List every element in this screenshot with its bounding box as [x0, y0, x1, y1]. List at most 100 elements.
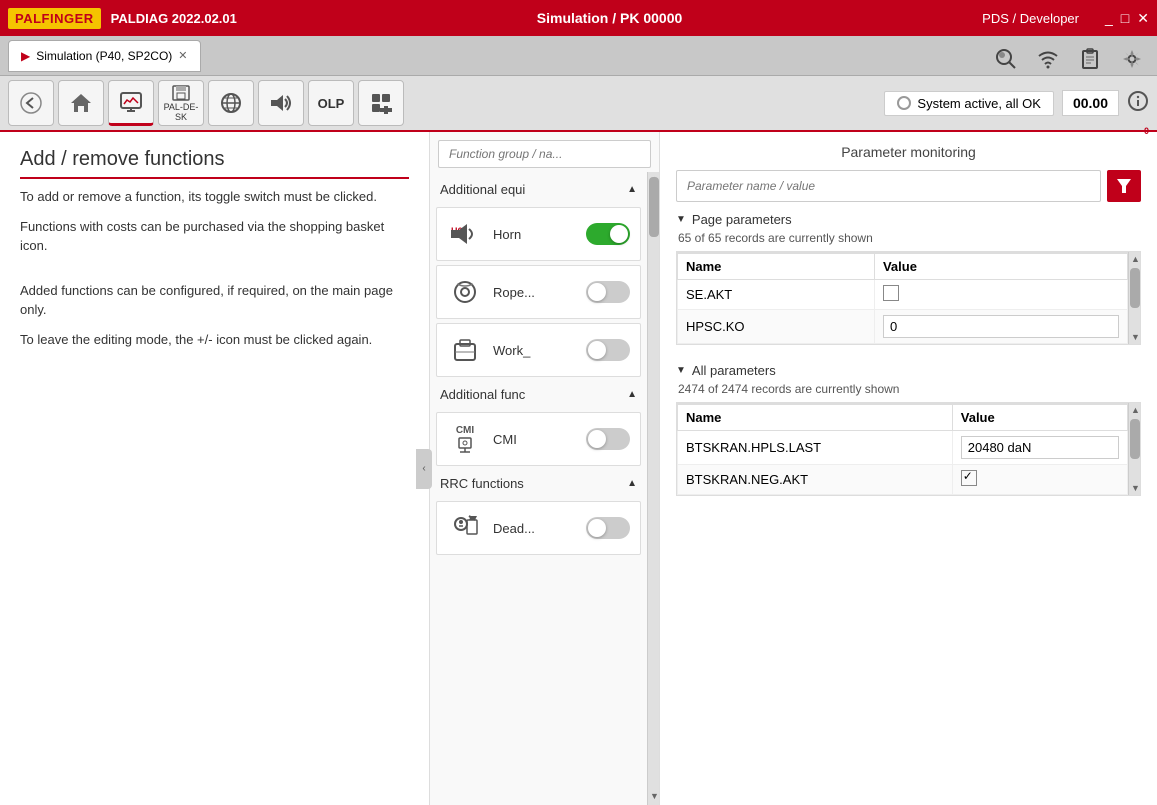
desc-toggle: To add or remove a function, its toggle …: [20, 187, 409, 207]
clipboard-icon[interactable]: [1073, 42, 1107, 76]
page-params-table: Name Value SE.AKT HPSC.KO: [677, 252, 1128, 344]
mid-scrollbar[interactable]: ▲ ▼: [647, 172, 659, 805]
all-params-col-name: Name: [678, 404, 953, 431]
save-button[interactable]: PAL-DE-SK: [158, 80, 204, 126]
olp-button[interactable]: OLP: [308, 80, 354, 126]
wifi-icon[interactable]: [1031, 42, 1065, 76]
minimize-btn[interactable]: _: [1105, 10, 1113, 27]
rrc-functions-section[interactable]: RRC functions ▲: [432, 470, 645, 497]
page-params-col-value: Value: [874, 253, 1127, 280]
global-button[interactable]: [208, 80, 254, 126]
status-circle-icon: [897, 96, 911, 110]
monitor-button[interactable]: [108, 80, 154, 126]
param-monitoring-title: Parameter monitoring: [676, 144, 1141, 160]
work-fn-icon: [447, 332, 483, 368]
main-content: Add / remove functions To add or remove …: [0, 132, 1157, 805]
work-toggle-knob: [588, 341, 606, 359]
tab-close-btn[interactable]: ✕: [178, 49, 187, 62]
table-row: BTSKRAN.NEG.AKT: [678, 465, 1128, 495]
section-arrow-1: ▲: [627, 389, 637, 400]
function-search-input[interactable]: [438, 140, 651, 168]
horn-button[interactable]: [258, 80, 304, 126]
param-value-btskran-hpls: 20480 daN: [952, 431, 1127, 465]
additional-func-section[interactable]: Additional func ▲: [432, 381, 645, 408]
page-params-arrow: ▼: [676, 214, 686, 225]
mid-scroll-down[interactable]: ▼: [648, 789, 659, 803]
page-params-col-name: Name: [678, 253, 875, 280]
all-scroll-up[interactable]: ▲: [1129, 403, 1140, 417]
info-button[interactable]: 0: [1127, 90, 1149, 117]
all-params-section: ▼ All parameters 2474 of 2474 records ar…: [676, 363, 1141, 496]
page-scroll-down[interactable]: ▼: [1129, 330, 1140, 344]
dead-function-item: Dead...: [436, 501, 641, 555]
horn-toggle[interactable]: [586, 223, 630, 245]
rrc-functions-label: RRC functions: [440, 476, 524, 491]
app-title: PALDIAG 2022.02.01: [111, 11, 237, 26]
right-panel: Parameter monitoring ▼ Page parameters 6…: [660, 132, 1157, 805]
tab-play-icon: ▶: [21, 49, 30, 63]
all-scroll-down[interactable]: ▼: [1129, 481, 1140, 495]
all-params-col-value: Value: [952, 404, 1127, 431]
btskran-neg-checkbox[interactable]: [961, 470, 977, 486]
page-params-table-wrap: Name Value SE.AKT HPSC.KO: [676, 251, 1141, 345]
param-value-btskran-neg: [952, 465, 1127, 495]
home-button[interactable]: [58, 80, 104, 126]
titlebar: PALFINGER PALDIAG 2022.02.01 Simulation …: [0, 0, 1157, 36]
tab-label: Simulation (P40, SP2CO): [36, 49, 172, 63]
work-fn-name: Work_: [493, 343, 576, 358]
additional-func-label: Additional func: [440, 387, 525, 402]
maximize-btn[interactable]: □: [1121, 10, 1129, 27]
simulation-tab[interactable]: ▶ Simulation (P40, SP2CO) ✕: [8, 40, 201, 72]
status-indicator: System active, all OK: [884, 91, 1054, 116]
page-scroll-thumb[interactable]: [1130, 268, 1140, 308]
dead-fn-icon: [447, 510, 483, 546]
window-controls[interactable]: _ □ ✕: [1105, 10, 1149, 27]
gear-icon[interactable]: [1115, 42, 1149, 76]
system-status: System active, all OK 00.00 0: [884, 90, 1149, 117]
param-name-btskran-hpls: BTSKRAN.HPLS.LAST: [678, 431, 953, 465]
filter-button[interactable]: [1107, 170, 1141, 202]
all-params-label: All parameters: [692, 363, 776, 378]
close-btn[interactable]: ✕: [1137, 10, 1149, 27]
dead-fn-name: Dead...: [493, 521, 576, 536]
page-scroll-up[interactable]: ▲: [1129, 252, 1140, 266]
btskran-hpls-value[interactable]: 20480 daN: [961, 436, 1119, 459]
page-params-label: Page parameters: [692, 212, 792, 227]
mid-scroll-thumb[interactable]: [649, 177, 659, 237]
search-users-icon[interactable]: [989, 42, 1023, 76]
seakt-checkbox[interactable]: [883, 285, 899, 301]
work-function-item: Work_: [436, 323, 641, 377]
param-search-input[interactable]: [676, 170, 1101, 202]
add-remove-button[interactable]: [358, 80, 404, 126]
all-scroll-thumb[interactable]: [1130, 419, 1140, 459]
page-params-scrollbar[interactable]: ▲ ▼: [1128, 252, 1140, 344]
collapse-panel-button[interactable]: ‹: [416, 449, 432, 489]
back-button[interactable]: [8, 80, 54, 126]
rope-toggle[interactable]: [586, 281, 630, 303]
all-params-count: 2474 of 2474 records are currently shown: [678, 382, 1141, 396]
param-name-hpscko: HPSC.KO: [678, 310, 875, 344]
table-row: SE.AKT: [678, 280, 1128, 310]
status-text: System active, all OK: [917, 96, 1041, 111]
work-toggle[interactable]: [586, 339, 630, 361]
desc-cost: Functions with costs can be purchased vi…: [20, 217, 409, 256]
hpscko-value[interactable]: 0: [883, 315, 1119, 338]
page-params-count: 65 of 65 records are currently shown: [678, 231, 1141, 245]
section-arrow-0: ▲: [627, 184, 637, 195]
toolbar: PAL-DE-SK OLP System active, all OK 00.0…: [0, 76, 1157, 132]
param-value-seakt: [874, 280, 1127, 310]
additional-equip-section[interactable]: Additional equi ▲: [432, 176, 645, 203]
titlebar-user: PDS / Developer: [982, 11, 1079, 26]
top-icons: [989, 42, 1149, 76]
param-name-btskran-neg: BTSKRAN.NEG.AKT: [678, 465, 953, 495]
all-params-header[interactable]: ▼ All parameters: [676, 363, 1141, 378]
cmi-toggle[interactable]: [586, 428, 630, 450]
tabbar: ▶ Simulation (P40, SP2CO) ✕: [0, 36, 1157, 76]
page-params-header[interactable]: ▼ Page parameters: [676, 212, 1141, 227]
horn-toggle-knob: [610, 225, 628, 243]
page-params-section: ▼ Page parameters 65 of 65 records are c…: [676, 212, 1141, 345]
section-arrow-2: ▲: [627, 478, 637, 489]
time-display: 00.00: [1062, 90, 1119, 116]
all-params-scrollbar[interactable]: ▲ ▼: [1128, 403, 1140, 495]
dead-toggle[interactable]: [586, 517, 630, 539]
